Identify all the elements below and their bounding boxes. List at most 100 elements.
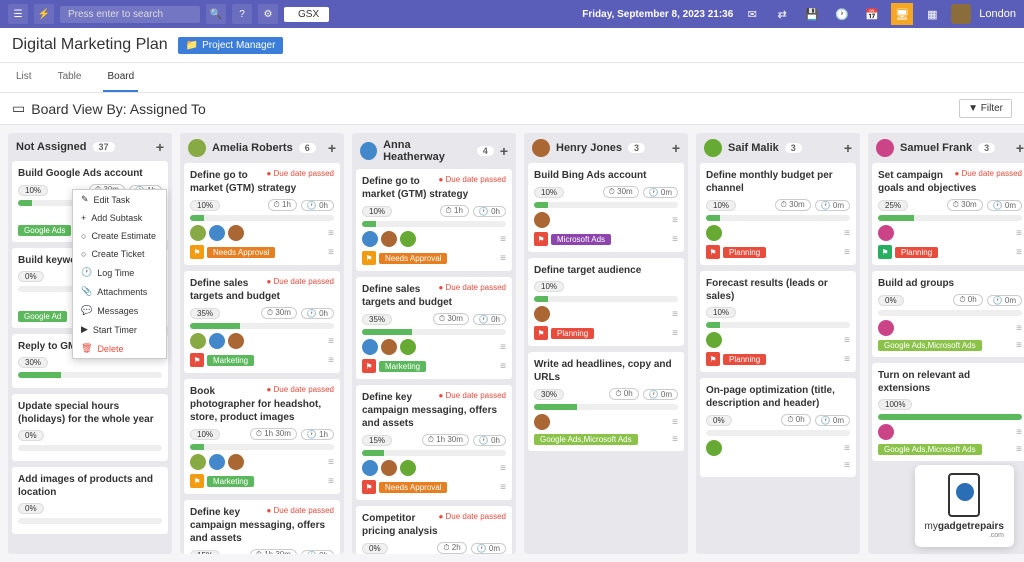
card-menu-icon[interactable]: ≡ <box>844 443 850 454</box>
task-card[interactable]: Build Bing Ads account10%⏱ 30m🕐 0m≡⚑Micr… <box>528 163 684 252</box>
tag-badge: Planning <box>895 247 938 258</box>
filter-button[interactable]: ▼ Filter <box>959 99 1012 118</box>
card-menu-icon[interactable]: ≡ <box>1016 340 1022 351</box>
task-card[interactable]: Build ad groups0%⏱ 0h🕐 0m≡Google Ads,Mic… <box>872 271 1024 357</box>
context-menu-item[interactable]: +Add Subtask <box>73 209 166 227</box>
card-menu-icon[interactable]: ≡ <box>328 336 334 347</box>
tab-list[interactable]: List <box>12 63 36 92</box>
column-title: Not Assigned <box>16 141 87 153</box>
context-menu-item[interactable]: 🕐Log Time <box>73 263 166 282</box>
hours-pill: 🕐 0m <box>815 200 850 211</box>
task-card[interactable]: ● Due date passedDefine go to market (GT… <box>184 163 340 265</box>
monitor-icon[interactable]: 🖥 <box>891 3 913 25</box>
card-menu-icon[interactable]: ≡ <box>672 328 678 339</box>
card-menu-icon[interactable]: ≡ <box>672 434 678 445</box>
context-menu-item[interactable]: ▶Start Timer <box>73 320 166 339</box>
card-menu-icon[interactable]: ≡ <box>500 361 506 372</box>
task-card[interactable]: On-page optimization (title, description… <box>700 378 856 477</box>
task-card[interactable]: ● Due date passedDefine sales targets an… <box>356 277 512 379</box>
card-menu-icon[interactable]: ≡ <box>1016 427 1022 438</box>
calendar-icon[interactable]: 📅 <box>861 3 883 25</box>
project-manager-button[interactable]: 📁 Project Manager <box>178 37 284 54</box>
share-icon[interactable]: ⇄ <box>771 3 793 25</box>
context-menu-item[interactable]: ○Create Estimate <box>73 227 166 245</box>
card-menu-icon[interactable]: ≡ <box>1016 323 1022 334</box>
task-card[interactable]: ● Due date passedDefine key campaign mes… <box>184 500 340 554</box>
task-card[interactable]: Write ad headlines, copy and URLs30%⏱ 0h… <box>528 352 684 451</box>
context-menu-item[interactable]: 📎Attachments <box>73 282 166 301</box>
context-menu-item[interactable]: ○Create Ticket <box>73 245 166 263</box>
add-card-button[interactable]: + <box>1016 140 1024 156</box>
task-card[interactable]: Define target audience10%≡⚑Planning≡ <box>528 258 684 346</box>
card-menu-icon[interactable]: ≡ <box>328 247 334 258</box>
gear-icon[interactable]: ⚙ <box>258 4 278 24</box>
stock-ticker-button[interactable]: GSX <box>284 7 329 22</box>
card-menu-icon[interactable]: ≡ <box>328 355 334 366</box>
progress-bar <box>878 414 1022 420</box>
bolt-icon[interactable]: ⚡ <box>34 4 54 24</box>
tab-table[interactable]: Table <box>54 63 86 92</box>
progress-pct: 10% <box>18 185 48 196</box>
card-menu-icon[interactable]: ≡ <box>328 228 334 239</box>
menu-icon[interactable]: ☰ <box>8 4 28 24</box>
task-card[interactable]: Add images of products and location0% <box>12 467 168 534</box>
add-card-button[interactable]: + <box>844 140 852 156</box>
card-menu-icon[interactable]: ≡ <box>500 342 506 353</box>
duration-pill: ⏱ 1h <box>268 199 297 211</box>
task-card[interactable]: Forecast results (leads or sales)10%≡⚑Pl… <box>700 271 856 372</box>
card-menu-icon[interactable]: ≡ <box>328 457 334 468</box>
card-menu-icon[interactable]: ≡ <box>672 309 678 320</box>
grid-icon[interactable]: ▦ <box>921 3 943 25</box>
card-menu-icon[interactable]: ≡ <box>672 234 678 245</box>
card-menu-icon[interactable]: ≡ <box>844 228 850 239</box>
search-icon[interactable]: 🔍 <box>206 4 226 24</box>
task-card[interactable]: Define monthly budget per channel10%⏱ 30… <box>700 163 856 265</box>
user-avatar[interactable] <box>951 4 971 24</box>
card-menu-icon[interactable]: ≡ <box>844 354 850 365</box>
task-card[interactable]: Update special hours (holidays) for the … <box>12 394 168 461</box>
task-card[interactable]: ● Due date passedDefine key campaign mes… <box>356 385 512 500</box>
card-footer: ≡ <box>878 225 1022 241</box>
context-menu-item[interactable]: 💬Messages <box>73 301 166 320</box>
task-card[interactable]: ● Due date passedBook photographer for h… <box>184 379 340 494</box>
duration-pill: ⏱ 2h <box>437 542 466 554</box>
card-menu-icon[interactable]: ≡ <box>500 253 506 264</box>
card-menu-icon[interactable]: ≡ <box>844 335 850 346</box>
card-menu-icon[interactable]: ≡ <box>1016 228 1022 239</box>
card-title: Forecast results (leads or sales) <box>706 277 850 303</box>
card-menu-icon[interactable]: ≡ <box>500 463 506 474</box>
card-menu-icon[interactable]: ≡ <box>1016 247 1022 258</box>
flag-icon: ⚑ <box>190 353 204 367</box>
tag-badge: Needs Approval <box>379 253 447 264</box>
save-icon[interactable]: 💾 <box>801 3 823 25</box>
card-footer: ≡ <box>878 424 1022 440</box>
card-menu-icon[interactable]: ≡ <box>328 476 334 487</box>
add-card-button[interactable]: + <box>328 140 336 156</box>
tab-board[interactable]: Board <box>103 63 138 92</box>
global-search-input[interactable] <box>60 6 200 23</box>
board-icon: ▭ <box>12 100 25 117</box>
add-card-button[interactable]: + <box>500 143 508 159</box>
add-card-button[interactable]: + <box>156 139 164 155</box>
card-menu-icon[interactable]: ≡ <box>844 460 850 471</box>
context-menu-item[interactable]: 🗑Delete <box>73 339 166 358</box>
task-card[interactable]: ● Due date passedCompetitor pricing anal… <box>356 506 512 554</box>
card-menu-icon[interactable]: ≡ <box>500 482 506 493</box>
task-card[interactable]: Turn on relevant ad extensions100%≡Googl… <box>872 363 1024 461</box>
mail-icon[interactable]: ✉ <box>741 3 763 25</box>
task-card[interactable]: Build Google Ads account10%⏱ 30m🕐 1h≡Goo… <box>12 161 168 242</box>
column-title: Saif Malik <box>728 142 779 154</box>
help-icon[interactable]: ? <box>232 4 252 24</box>
card-menu-icon[interactable]: ≡ <box>672 215 678 226</box>
add-card-button[interactable]: + <box>672 140 680 156</box>
task-card[interactable]: ● Due date passedSet campaign goals and … <box>872 163 1024 265</box>
context-menu-item[interactable]: ✎Edit Task <box>73 190 166 209</box>
progress-bar <box>18 518 162 524</box>
card-menu-icon[interactable]: ≡ <box>672 417 678 428</box>
time-icon[interactable]: 🕐 <box>831 3 853 25</box>
card-menu-icon[interactable]: ≡ <box>1016 444 1022 455</box>
card-menu-icon[interactable]: ≡ <box>500 234 506 245</box>
card-menu-icon[interactable]: ≡ <box>844 247 850 258</box>
task-card[interactable]: ● Due date passedDefine sales targets an… <box>184 271 340 373</box>
task-card[interactable]: ● Due date passedDefine go to market (GT… <box>356 169 512 271</box>
